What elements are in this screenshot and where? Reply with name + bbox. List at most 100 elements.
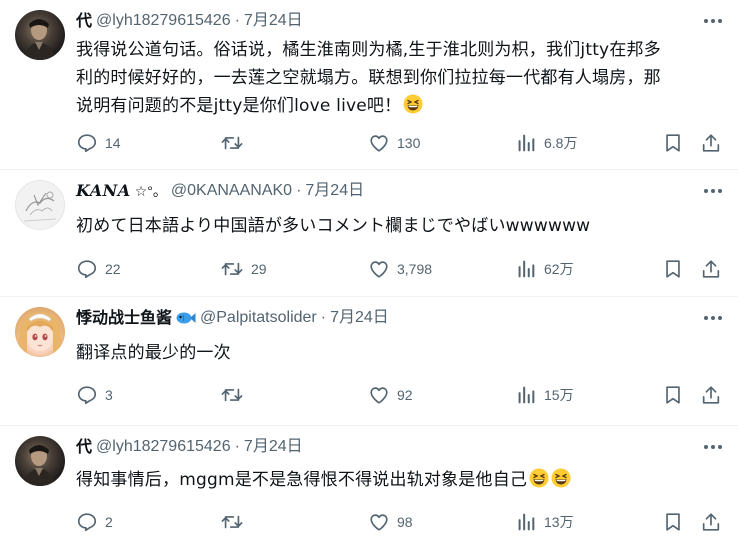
like-count: 130 <box>397 135 421 151</box>
like-count: 92 <box>397 387 413 403</box>
display-name[interactable]: 代 <box>76 10 92 32</box>
tweet-text-line-with-emoji: 说明有问题的不是jtty是你们love live吧！ <box>76 92 718 120</box>
retweet-icon <box>221 388 243 402</box>
tweet-header: KANA ☆°。 @0KANAANAK0 · 7月24日 <box>76 180 364 202</box>
tweet[interactable]: 代 @lyh18279615426 · 7月24日 得知事情后，mggm是不是急… <box>0 426 738 544</box>
reply-icon <box>77 260 97 279</box>
reply-count: 2 <box>105 514 113 530</box>
more-options-icon[interactable] <box>702 182 724 200</box>
user-handle[interactable]: @0KANAANAK0 <box>171 180 292 202</box>
retweet-button[interactable] <box>220 510 251 534</box>
display-name[interactable]: KANA <box>76 180 131 202</box>
reply-count: 14 <box>105 135 121 151</box>
retweet-button[interactable] <box>220 131 251 155</box>
bookmark-icon <box>666 386 680 404</box>
tweet-header: 代 @lyh18279615426 · 7月24日 <box>76 10 303 32</box>
tweet-actions: 14 130 6.8万 <box>76 131 726 155</box>
tweet-text-line: 翻译点的最少的一次 <box>76 343 231 363</box>
reply-button[interactable]: 3 <box>76 383 113 407</box>
user-handle[interactable]: @Palpitatsolider <box>200 307 317 329</box>
tweet-text-line: 得知事情后，mggm是不是急得恨不得说出轨对象是他自己 <box>76 470 528 490</box>
share-icon <box>702 386 720 404</box>
tweet-text: 初めて日本語より中国語が多いコメント欄まじでやばいwwwwww <box>76 212 718 240</box>
views-button[interactable]: 13万 <box>515 510 574 534</box>
views-button[interactable]: 6.8万 <box>515 131 577 155</box>
retweet-icon <box>221 515 243 529</box>
share-button[interactable] <box>700 131 722 155</box>
views-count: 15万 <box>544 387 574 403</box>
share-button[interactable] <box>700 510 722 534</box>
grinning-squinting-face-emoji <box>551 468 571 488</box>
tweet-date[interactable]: 7月24日 <box>305 180 364 202</box>
separator-dot: · <box>234 12 240 29</box>
more-options-icon[interactable] <box>702 12 724 30</box>
retweet-icon <box>221 136 243 150</box>
reply-count: 3 <box>105 387 113 403</box>
tweet-date[interactable]: 7月24日 <box>330 307 389 329</box>
bookmark-button[interactable] <box>662 257 684 281</box>
tweet[interactable]: KANA ☆°。 @0KANAANAK0 · 7月24日 初めて日本語より中国語… <box>0 170 738 297</box>
tweet-actions: 2 98 13万 <box>76 510 726 534</box>
display-name[interactable]: 代 <box>76 436 92 458</box>
tweet-text: 翻译点的最少的一次 <box>76 339 718 367</box>
more-options-icon[interactable] <box>702 438 724 456</box>
retweet-button[interactable] <box>220 383 251 407</box>
reply-button[interactable]: 2 <box>76 510 113 534</box>
bookmark-icon <box>666 513 680 531</box>
bookmark-button[interactable] <box>662 383 684 407</box>
share-button[interactable] <box>700 383 722 407</box>
like-button[interactable]: 92 <box>368 383 413 407</box>
like-button[interactable]: 98 <box>368 510 413 534</box>
retweet-count: 29 <box>251 261 267 277</box>
grinning-squinting-face-emoji <box>529 468 549 488</box>
share-icon <box>702 260 720 278</box>
reply-button[interactable]: 22 <box>76 257 121 281</box>
views-chart-icon <box>518 134 535 152</box>
heart-icon <box>370 387 388 404</box>
user-handle[interactable]: @lyh18279615426 <box>96 10 231 32</box>
avatar[interactable] <box>15 180 65 230</box>
reply-icon <box>77 513 97 532</box>
views-button[interactable]: 62万 <box>515 257 574 281</box>
tweet-text: 得知事情后，mggm是不是急得恨不得说出轨对象是他自己 <box>76 466 718 494</box>
grinning-squinting-face-emoji <box>403 94 423 114</box>
tweet[interactable]: 代 @lyh18279615426 · 7月24日 我得说公道句话。俗话说，橘生… <box>0 0 738 170</box>
avatar[interactable] <box>15 436 65 486</box>
retweet-button[interactable]: 29 <box>220 257 267 281</box>
tweet-text-line: 初めて日本語より中国語が多いコメント欄まじでやばいwwwwww <box>76 216 591 236</box>
reply-icon <box>77 134 97 153</box>
tweet-header: 悸动战士鱼酱 @Palpitatsolider · 7月24日 <box>76 307 389 329</box>
bookmark-icon <box>666 134 680 152</box>
avatar[interactable] <box>15 10 65 60</box>
comment-feed: 代 @lyh18279615426 · 7月24日 我得说公道句话。俗话说，橘生… <box>0 0 738 544</box>
views-count: 13万 <box>544 514 574 530</box>
bookmark-button[interactable] <box>662 131 684 155</box>
tweet-text: 我得说公道句话。俗话说，橘生淮南则为橘,生于淮北则为枳，我们jtty在邦多 利的… <box>76 36 718 120</box>
separator-dot: · <box>296 182 302 199</box>
share-icon <box>702 513 720 531</box>
fish-icon <box>176 312 196 324</box>
views-chart-icon <box>518 386 535 404</box>
tweet-text-line-with-emoji: 得知事情后，mggm是不是急得恨不得说出轨对象是他自己 <box>76 466 718 494</box>
more-options-icon[interactable] <box>702 309 724 327</box>
share-button[interactable] <box>700 257 722 281</box>
avatar[interactable] <box>15 307 65 357</box>
retweet-icon <box>221 262 243 276</box>
tweet-date[interactable]: 7月24日 <box>244 10 303 32</box>
reply-button[interactable]: 14 <box>76 131 121 155</box>
tweet-date[interactable]: 7月24日 <box>244 436 303 458</box>
reply-icon <box>77 386 97 405</box>
tweet-actions: 3 92 15万 <box>76 383 726 407</box>
tweet[interactable]: 悸动战士鱼酱 @Palpitatsolider · 7月24日 翻译点的最少的一… <box>0 297 738 426</box>
display-name[interactable]: 悸动战士鱼酱 <box>76 307 172 329</box>
views-button[interactable]: 15万 <box>515 383 574 407</box>
like-count: 98 <box>397 514 413 530</box>
bookmark-button[interactable] <box>662 510 684 534</box>
separator-dot: · <box>320 309 327 326</box>
reply-count: 22 <box>105 261 121 277</box>
user-handle[interactable]: @lyh18279615426 <box>96 436 231 458</box>
like-button[interactable]: 3,798 <box>368 257 432 281</box>
separator-dot: · <box>234 438 240 455</box>
like-button[interactable]: 130 <box>368 131 420 155</box>
tweet-text-line: 我得说公道句话。俗话说，橘生淮南则为橘,生于淮北则为枳，我们jtty在邦多 <box>76 40 661 60</box>
